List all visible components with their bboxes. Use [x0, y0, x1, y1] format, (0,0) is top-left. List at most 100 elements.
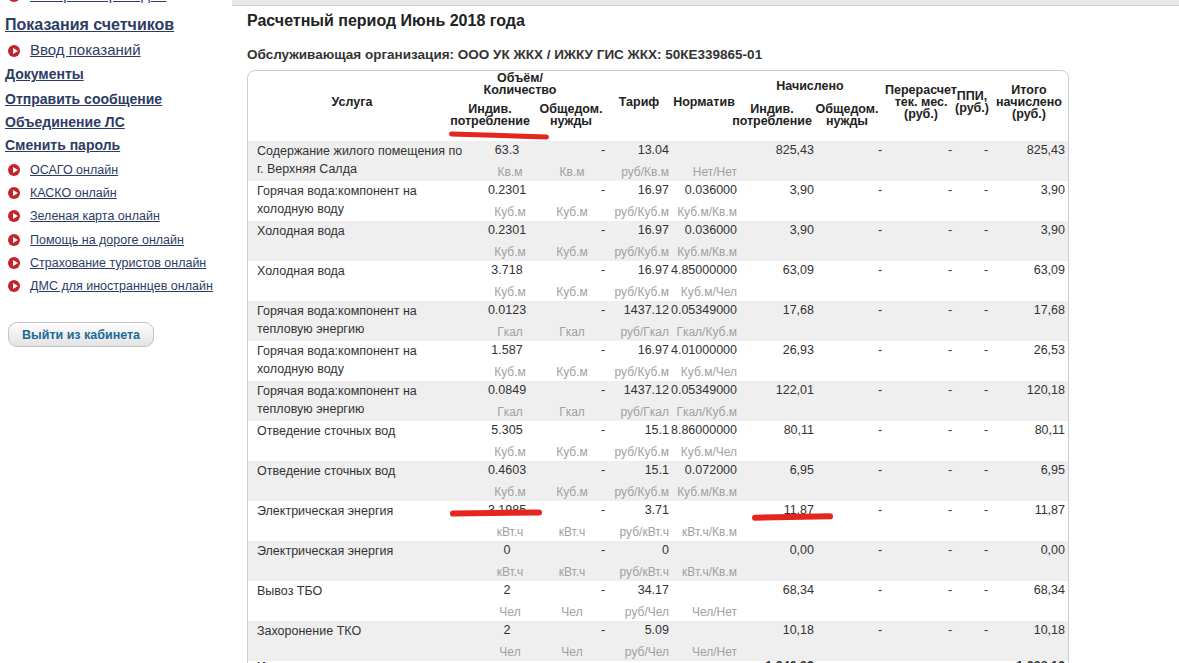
column-header-tariff: Тариф [609, 96, 669, 108]
sidebar-link-label: Ввод показаний [30, 41, 141, 58]
total-value: 825,43 [965, 142, 1065, 158]
standard-unit: Гкал/Куб.м [647, 404, 737, 420]
column-header-volume-common: Общедом. нужды [531, 103, 611, 127]
arrow-bullet-icon [8, 0, 20, 2]
standard-unit: Куб.м/Кв.м [647, 244, 737, 260]
service-cell: Электрическая энергия [257, 542, 467, 560]
total-value: 120,18 [965, 382, 1065, 398]
sidebar-link-label: ОСАГО онлайн [30, 163, 118, 177]
sidebar-item[interactable]: История переводов [8, 0, 166, 3]
service-cell: Холодная вода [257, 222, 467, 240]
service-cell: Итого [257, 658, 467, 663]
accrued-individual-value: 3,90 [714, 222, 814, 238]
accrued-common-empty: - [870, 462, 890, 478]
accrued-common-empty: - [870, 582, 890, 598]
table-row: Горячая вода:компонент на холодную воду0… [248, 181, 1068, 221]
table-row: Горячая вода:компонент на тепловую энерг… [248, 301, 1068, 341]
arrow-bullet-icon [8, 45, 20, 57]
arrow-bullet-icon [8, 257, 20, 269]
standard-unit: Куб.м/Чел [647, 364, 737, 380]
sidebar-link-label: КАСКО онлайн [30, 186, 117, 200]
accrued-individual-value: 10,18 [714, 622, 814, 638]
service-cell: Захоронение ТКО [257, 622, 467, 640]
column-header-accrued-individual: Индив. потребление [725, 103, 820, 127]
accrued-common-empty: - [870, 182, 890, 198]
sidebar-item[interactable]: Помощь на дороге онлайн [8, 231, 184, 248]
table-row: Горячая вода:компонент на холодную воду1… [248, 341, 1068, 381]
table-row: Электрическая энергия3.1985кВт.чкВт.ч-3.… [248, 501, 1068, 541]
page-title: Расчетный период Июнь 2018 года [247, 12, 525, 30]
accrued-individual-value: 825,43 [714, 142, 814, 158]
sidebar-item[interactable]: ОСАГО онлайн [8, 161, 118, 178]
arrow-bullet-icon [8, 164, 20, 176]
accrued-common-empty: - [870, 422, 890, 438]
sidebar-item[interactable]: ДМС для иностраннцев онлайн [8, 277, 213, 294]
total-value: 26,53 [965, 342, 1065, 358]
standard-unit: Куб.м/Кв.м [647, 484, 737, 500]
accrued-common-empty: - [870, 222, 890, 238]
recalc-empty: - [940, 582, 960, 598]
tariff-value: 3.71 [549, 502, 669, 518]
arrow-bullet-icon [8, 280, 20, 292]
service-cell: Горячая вода:компонент на тепловую энерг… [257, 302, 467, 338]
top-banner-edge [232, 0, 1179, 6]
total-value: 68,34 [965, 582, 1065, 598]
volume-individual-value: 0.2301 [452, 222, 562, 238]
table-row: Электрическая энергия0кВт.чкВт.ч-0руб/кВ… [248, 541, 1068, 581]
recalc-empty: - [940, 542, 960, 558]
service-cell: Холодная вода [257, 262, 467, 280]
sidebar-item[interactable]: КАСКО онлайн [8, 184, 117, 201]
sidebar-link-label: Страхование туристов онлайн [30, 256, 206, 270]
sidebar-item[interactable]: Зеленая карта онлайн [8, 207, 160, 224]
service-cell: Отведение сточных вод [257, 422, 467, 440]
accrued-common-empty: - [870, 142, 890, 158]
logout-button[interactable]: Выйти из кабинета [8, 322, 154, 347]
tariff-value: 5.09 [549, 622, 669, 638]
column-header-volume-group: Объём/ Количество [465, 72, 575, 96]
accrued-individual-value: 0,00 [714, 542, 814, 558]
service-cell: Электрическая энергия [257, 502, 467, 520]
sidebar-item[interactable]: Документы [5, 66, 84, 82]
sidebar-item[interactable]: Ввод показаний [8, 42, 141, 58]
standard-unit: Куб.м/Кв.м [647, 204, 737, 220]
organization-line: Обслуживающая организация: ООО УК ЖКХ / … [247, 47, 762, 62]
recalc-empty: - [940, 222, 960, 238]
accrued-individual-value: 68,34 [714, 582, 814, 598]
standard-unit: Куб.м/Чел [647, 444, 737, 460]
accrued-individual-value: 122,01 [714, 382, 814, 398]
accrued-common-empty: - [870, 262, 890, 278]
total-value: 1.238,16 [965, 658, 1065, 663]
accrued-individual-value: 80,11 [714, 422, 814, 438]
standard-unit: кВт.ч/Кв.м [647, 524, 737, 540]
accrued-individual-value: 26,93 [714, 342, 814, 358]
volume-individual-value: 0.2301 [452, 182, 562, 198]
sidebar-item[interactable]: Показания счетчиков [5, 17, 174, 33]
volume-individual-value: 3.718 [452, 262, 562, 278]
service-cell: Горячая вода:компонент на холодную воду [257, 342, 467, 378]
volume-individual-value: 5.305 [452, 422, 562, 438]
sidebar-item[interactable]: Сменить пароль [5, 137, 120, 153]
table-row: Горячая вода:компонент на тепловую энерг… [248, 381, 1068, 421]
table-row: Холодная вода0.2301Куб.мКуб.м-16.97руб/К… [248, 221, 1068, 261]
volume-individual-value: 0 [452, 542, 562, 558]
volume-individual-value: 0.0123 [452, 302, 562, 318]
arrow-bullet-icon [8, 187, 20, 199]
table-body: Содержание жилого помещения по г. Верхня… [248, 141, 1068, 663]
accrued-common-empty: - [870, 302, 890, 318]
tariff-value: 13.04 [549, 142, 669, 158]
service-cell: Отведение сточных вод [257, 462, 467, 480]
service-cell: Горячая вода:компонент на холодную воду [257, 182, 467, 218]
total-value: 0,00 [965, 542, 1065, 558]
recalc-empty: - [940, 422, 960, 438]
recalc-empty: - [940, 142, 960, 158]
volume-individual-value: 1.587 [452, 342, 562, 358]
sidebar-item[interactable]: Страхование туристов онлайн [8, 254, 206, 271]
sidebar-item[interactable]: Объединение ЛС [5, 114, 125, 130]
total-value: 63,09 [965, 262, 1065, 278]
sidebar-nav: История переводов Показания счетчиков Ввод… [0, 0, 232, 663]
standard-unit: Чел/Нет [647, 604, 737, 620]
volume-individual-value: 2 [452, 582, 562, 598]
sidebar-item[interactable]: Отправить сообщение [5, 91, 162, 107]
sidebar-link-label: Помощь на дороге онлайн [30, 233, 184, 247]
total-value: 11,87 [965, 502, 1065, 518]
